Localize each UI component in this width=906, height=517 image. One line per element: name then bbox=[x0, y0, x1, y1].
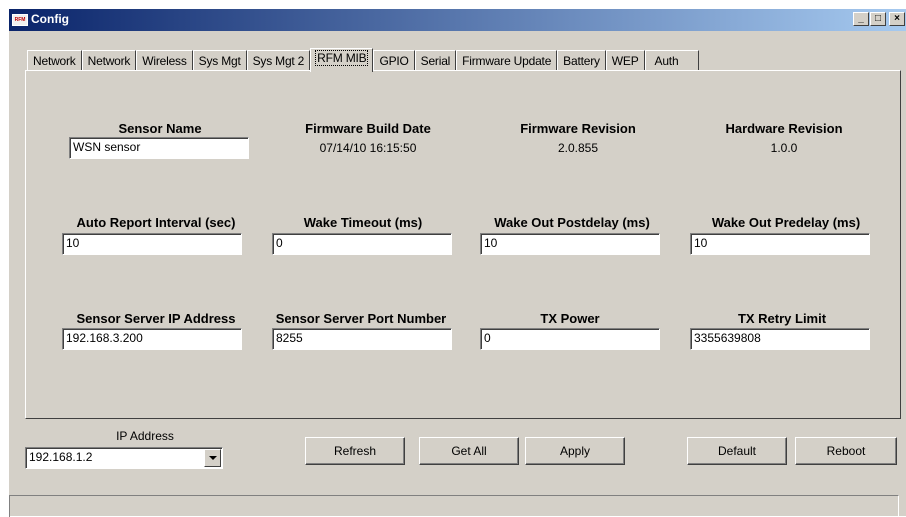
tab-serial[interactable]: Serial bbox=[414, 50, 457, 71]
firmware-revision-value: 2.0.855 bbox=[557, 141, 599, 155]
sensor-server-port-input[interactable]: 8255 bbox=[272, 328, 452, 350]
tab-firmware-update[interactable]: Firmware Update bbox=[456, 50, 558, 71]
tab-network-1[interactable]: Network bbox=[27, 50, 82, 71]
apply-button[interactable]: Apply bbox=[525, 437, 625, 465]
chevron-down-icon[interactable] bbox=[204, 449, 221, 467]
tx-retry-limit-label: TX Retry Limit bbox=[737, 311, 827, 326]
window-title: Config bbox=[31, 12, 69, 26]
app-icon: RFM bbox=[12, 14, 28, 26]
firmware-revision-label: Firmware Revision bbox=[520, 121, 636, 136]
tab-wireless[interactable]: Wireless bbox=[136, 50, 193, 71]
reboot-button[interactable]: Reboot bbox=[795, 437, 897, 465]
ip-address-label: IP Address bbox=[116, 429, 174, 443]
default-button[interactable]: Default bbox=[687, 437, 787, 465]
tab-auth[interactable]: Auth bbox=[644, 50, 700, 71]
tab-wep[interactable]: WEP bbox=[605, 50, 645, 71]
tab-sys-mgt[interactable]: Sys Mgt bbox=[192, 50, 247, 71]
hardware-revision-value: 1.0.0 bbox=[770, 141, 798, 155]
title-bar[interactable]: RFM Config _ □ × bbox=[9, 9, 906, 31]
tab-strip: Network Network Wireless Sys Mgt Sys Mgt… bbox=[27, 48, 700, 72]
sensor-name-label: Sensor Name bbox=[118, 121, 202, 136]
close-button[interactable]: × bbox=[889, 12, 905, 26]
tx-power-input[interactable]: 0 bbox=[480, 328, 660, 350]
wake-out-predelay-label: Wake Out Predelay (ms) bbox=[711, 215, 861, 230]
tx-retry-limit-input[interactable]: 3355639808 bbox=[690, 328, 870, 350]
wake-timeout-label: Wake Timeout (ms) bbox=[303, 215, 423, 230]
ip-address-combo[interactable]: 192.168.1.2 bbox=[25, 447, 223, 469]
firmware-build-date-label: Firmware Build Date bbox=[305, 121, 431, 136]
wake-out-predelay-input[interactable]: 10 bbox=[690, 233, 870, 255]
get-all-button[interactable]: Get All bbox=[419, 437, 519, 465]
hardware-revision-label: Hardware Revision bbox=[725, 121, 843, 136]
wake-timeout-input[interactable]: 0 bbox=[272, 233, 452, 255]
refresh-button[interactable]: Refresh bbox=[305, 437, 405, 465]
sensor-server-ip-input[interactable]: 192.168.3.200 bbox=[62, 328, 242, 350]
minimize-button[interactable]: _ bbox=[853, 12, 869, 26]
sensor-server-ip-label: Sensor Server IP Address bbox=[76, 311, 236, 326]
ip-address-value: 192.168.1.2 bbox=[29, 450, 93, 464]
tab-rfm-mib-label: RFM MIB bbox=[315, 50, 369, 66]
firmware-build-date-value: 07/14/10 16:15:50 bbox=[319, 141, 417, 155]
tx-power-label: TX Power bbox=[540, 311, 600, 326]
rfm-mib-panel: Sensor Name WSN sensor Firmware Build Da… bbox=[25, 70, 901, 419]
config-window: RFM Config _ □ × Network Network Wireles… bbox=[8, 8, 906, 517]
tab-rfm-mib[interactable]: RFM MIB bbox=[310, 48, 374, 72]
status-bar bbox=[9, 495, 899, 517]
auto-report-interval-input[interactable]: 10 bbox=[62, 233, 242, 255]
wake-out-postdelay-input[interactable]: 10 bbox=[480, 233, 660, 255]
tab-network-2[interactable]: Network bbox=[81, 50, 137, 71]
sensor-server-port-label: Sensor Server Port Number bbox=[275, 311, 447, 326]
tab-gpio[interactable]: GPIO bbox=[373, 50, 415, 71]
tab-sys-mgt-2[interactable]: Sys Mgt 2 bbox=[246, 50, 311, 71]
auto-report-interval-label: Auto Report Interval (sec) bbox=[76, 215, 236, 230]
wake-out-postdelay-label: Wake Out Postdelay (ms) bbox=[494, 215, 650, 230]
sensor-name-input[interactable]: WSN sensor bbox=[69, 137, 249, 159]
maximize-button[interactable]: □ bbox=[870, 12, 886, 26]
tab-battery[interactable]: Battery bbox=[557, 50, 606, 71]
